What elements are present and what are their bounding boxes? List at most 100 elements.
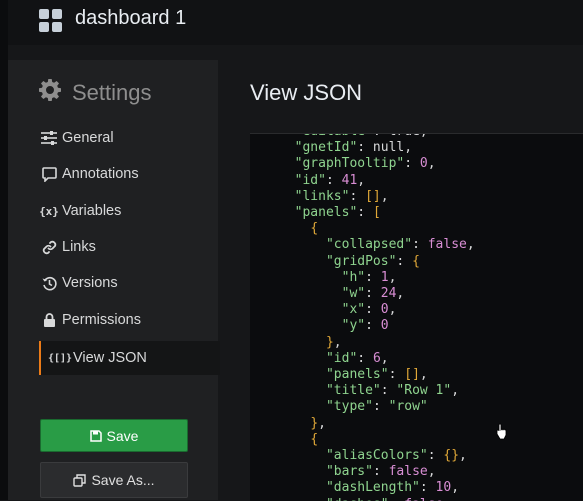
json-token: 41 <box>341 172 358 188</box>
json-line: "collapsed": false, <box>279 237 475 253</box>
json-token: : <box>380 383 397 399</box>
sidebar-item-label: Links <box>62 239 96 255</box>
json-token: : true, <box>373 134 428 139</box>
json-token: 0 <box>419 156 428 172</box>
json-token: "id" <box>325 350 358 366</box>
json-line: "x": 0, <box>279 302 475 318</box>
json-line: "type": "row" <box>279 399 475 415</box>
json-token: 10 <box>435 480 452 496</box>
json-line: }, <box>279 416 475 432</box>
json-editor[interactable]: "editable": true, "gnetId": null, "graph… <box>250 133 583 501</box>
json-token: : <box>372 399 389 415</box>
json-token: "dashes" <box>326 497 389 501</box>
json-token: , <box>380 350 389 366</box>
link-icon <box>40 238 58 256</box>
sidebar-item-links[interactable]: Links <box>40 232 218 262</box>
gear-icon <box>38 78 62 107</box>
json-token: , <box>357 172 366 188</box>
save-as-button[interactable]: Save As... <box>40 462 188 498</box>
json-token: } <box>310 415 319 431</box>
sidebar-item-general[interactable]: General <box>40 123 218 153</box>
sidebar-item-versions[interactable]: Versions <box>40 268 218 298</box>
sidebar-item-annotations[interactable]: Annotations <box>40 159 218 189</box>
sliders-icon <box>40 129 58 147</box>
json-line: "links": [], <box>279 189 475 205</box>
copy-icon <box>73 473 87 487</box>
sidebar-item-label: View JSON <box>73 350 147 366</box>
json-line: "id": 41, <box>279 173 475 189</box>
json-token: : <box>325 172 342 188</box>
json-line: "panels": [], <box>279 367 475 383</box>
top-navbar: dashboard 1 <box>8 0 583 45</box>
json-token: false <box>427 237 467 253</box>
dashboard-title[interactable]: dashboard 1 <box>75 7 186 30</box>
json-line: "dashLength": 10, <box>279 480 475 496</box>
json-code[interactable]: "editable": true, "gnetId": null, "graph… <box>279 134 475 501</box>
save-as-button-label: Save As... <box>91 472 155 488</box>
json-token: [ <box>372 205 381 221</box>
json-token: , <box>451 383 460 399</box>
sidebar-item-label: Annotations <box>62 166 139 182</box>
json-token: : <box>365 269 381 285</box>
json-token: , <box>388 269 397 285</box>
comment-icon <box>40 165 58 183</box>
json-token: [] <box>365 188 381 204</box>
json-token: "title" <box>325 383 381 399</box>
json-token: "h" <box>341 269 366 285</box>
json-token: "y" <box>341 318 366 334</box>
sidebar-item-variables[interactable]: {x} Variables <box>39 196 218 226</box>
json-token: "w" <box>341 286 366 302</box>
json-token: "gnetId" <box>294 140 358 156</box>
sidebar-item-permissions[interactable]: Permissions <box>40 305 218 335</box>
json-token: , <box>419 367 428 383</box>
json-token: "panels" <box>294 205 358 221</box>
json-token: } <box>325 334 334 350</box>
json-token: , <box>451 480 460 496</box>
json-token: 6 <box>372 350 381 366</box>
dashboard-grid-icon[interactable] <box>39 9 63 33</box>
json-token: "row" <box>388 399 428 415</box>
json-token: { <box>310 431 319 447</box>
save-button[interactable]: Save <box>40 419 188 452</box>
sidebar-item-label: General <box>62 130 114 146</box>
page-title: View JSON <box>250 80 363 105</box>
json-token: : <box>365 302 381 318</box>
mouse-cursor-icon <box>495 423 509 446</box>
json-line: "y": 0 <box>279 318 475 334</box>
history-icon <box>40 274 58 292</box>
json-line: "aliasColors": {}, <box>279 448 475 464</box>
settings-header: Settings <box>38 78 152 107</box>
json-line: "h": 1, <box>279 270 475 286</box>
settings-title: Settings <box>72 79 152 105</box>
json-token: : <box>419 480 436 496</box>
json-token: "x" <box>341 302 366 318</box>
json-token: false <box>404 497 443 501</box>
json-token: {} <box>443 448 460 464</box>
variable-icon: {x} <box>39 204 59 218</box>
json-token: 1 <box>380 269 389 285</box>
json-token: : <box>412 237 428 253</box>
json-token: "graphTooltip" <box>294 156 405 172</box>
json-token: , <box>443 497 451 501</box>
json-token: : <box>365 286 381 302</box>
json-line: "w": 24, <box>279 286 475 302</box>
json-token: : <box>427 448 444 464</box>
json-token: false <box>388 464 428 480</box>
json-token: , <box>459 448 467 464</box>
sidebar-item-view-json[interactable]: {[]} View JSON <box>39 341 220 375</box>
json-token: "gridPos" <box>325 253 397 269</box>
json-token: "id" <box>294 172 326 188</box>
